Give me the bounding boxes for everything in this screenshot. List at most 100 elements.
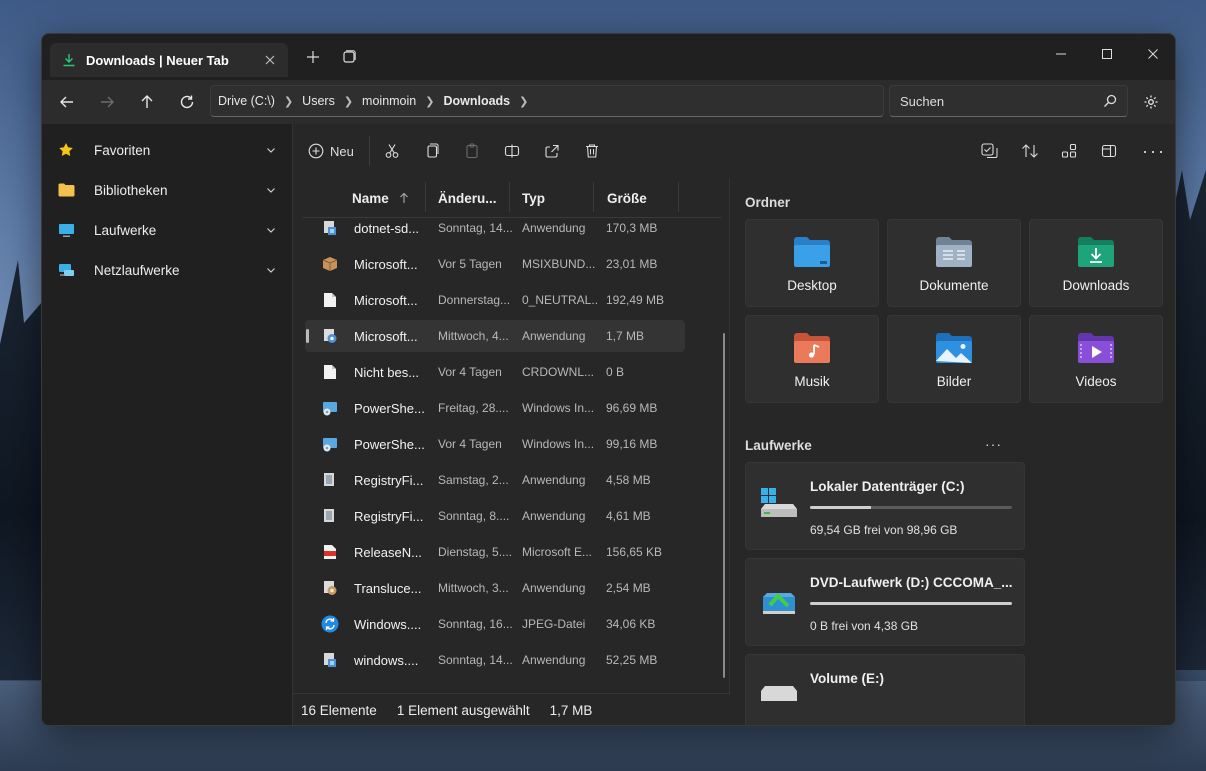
sidebar-item-laufwerke[interactable]: Laufwerke <box>52 214 282 246</box>
folder-label: Desktop <box>787 278 837 293</box>
file-name: Microsoft... <box>354 328 418 344</box>
back-arrow-icon[interactable] <box>55 90 79 114</box>
table-row[interactable]: Microsoft... Donnerstag... 0_NEUTRAL... … <box>305 284 685 316</box>
column-header-modified[interactable]: Änderu... <box>438 186 497 210</box>
chevron-down-icon[interactable] <box>266 225 276 235</box>
table-row[interactable]: Microsoft... Vor 5 Tagen MSIXBUND... 23,… <box>305 248 685 280</box>
tab-downloads[interactable]: Downloads | Neuer Tab <box>50 43 288 77</box>
file-name: RegistryFi... <box>354 472 424 488</box>
column-header-type[interactable]: Typ <box>522 186 545 210</box>
table-row[interactable]: PowerShe... Freitag, 28.... Windows In..… <box>305 392 685 424</box>
copy-icon[interactable] <box>424 140 440 162</box>
chevron-right-icon[interactable]: ❯ <box>344 95 353 108</box>
duplicate-tab-icon[interactable] <box>340 48 358 66</box>
drive-card-c[interactable]: Lokaler Datenträger (C:) 69,54 GB frei v… <box>745 462 1025 550</box>
setup-icon <box>321 327 339 345</box>
file-name: Windows.... <box>354 616 422 632</box>
folder-card-dokumente[interactable]: Dokumente <box>887 219 1021 307</box>
table-row[interactable]: Nicht bes... Vor 4 Tagen CRDOWNL... 0 B <box>305 356 685 388</box>
close-tab-icon[interactable] <box>264 54 276 66</box>
new-tab-icon[interactable] <box>304 48 322 66</box>
more-options-icon[interactable]: ··· <box>985 436 1002 452</box>
select-all-icon[interactable] <box>981 140 999 162</box>
table-row[interactable]: Windows.... Sonntag, 16... JPEG-Datei 34… <box>305 608 685 640</box>
command-bar: Neu ··· <box>293 124 1175 178</box>
file-type: Microsoft E... <box>522 545 593 559</box>
table-row[interactable]: windows.... Sonntag, 14... Anwendung 52,… <box>305 644 685 676</box>
chevron-down-icon[interactable] <box>266 265 276 275</box>
sidebar-item-favoriten[interactable]: Favoriten <box>52 134 282 166</box>
star-icon <box>58 142 78 158</box>
column-header-size[interactable]: Größe <box>607 186 647 210</box>
table-row[interactable]: ReleaseN... Dienstag, 5.... Microsoft E.… <box>305 536 685 568</box>
table-row-selected[interactable]: Microsoft... Mittwoch, 4... Anwendung 1,… <box>305 320 685 352</box>
sidebar-item-label: Bibliotheken <box>94 182 168 198</box>
table-row[interactable]: RegistryFi... Samstag, 2... Anwendung 4,… <box>305 464 685 496</box>
up-arrow-icon[interactable] <box>135 90 159 114</box>
file-date: Vor 4 Tagen <box>438 437 502 451</box>
group-view-icon[interactable] <box>1061 140 1077 162</box>
forward-arrow-icon[interactable] <box>95 90 119 114</box>
sort-icon[interactable] <box>1021 140 1039 162</box>
table-row[interactable]: dotnet-sd... Sonntag, 14... Anwendung 17… <box>305 218 685 244</box>
sidebar-item-label: Favoriten <box>94 142 151 158</box>
chevron-down-icon[interactable] <box>266 185 276 195</box>
chevron-right-icon[interactable]: ❯ <box>425 95 434 108</box>
column-separator[interactable] <box>678 182 679 212</box>
table-row[interactable]: RegistryFi... Sonntag, 8.... Anwendung 4… <box>305 500 685 532</box>
minimize-icon[interactable] <box>1038 40 1084 68</box>
column-header-name[interactable]: Name <box>352 186 409 210</box>
table-row[interactable]: Transluce... Mittwoch, 3... Anwendung 2,… <box>305 572 685 604</box>
drive-card-d[interactable]: DVD-Laufwerk (D:) CCCOMA_... 0 B frei vo… <box>745 558 1025 646</box>
chevron-right-icon[interactable]: ❯ <box>284 95 293 108</box>
download-icon <box>62 53 76 67</box>
table-row[interactable]: PowerShe... Vor 4 Tagen Windows In... 99… <box>305 428 685 460</box>
file-type: JPEG-Datei <box>522 617 586 631</box>
delete-icon[interactable] <box>584 140 600 162</box>
chevron-down-icon[interactable] <box>266 145 276 155</box>
rename-icon[interactable] <box>504 140 520 162</box>
maximize-icon[interactable] <box>1084 40 1130 68</box>
more-options-icon[interactable]: ··· <box>1142 140 1166 162</box>
gear-icon[interactable] <box>1139 90 1163 114</box>
cut-icon[interactable] <box>384 140 400 162</box>
column-separator[interactable] <box>425 182 426 212</box>
breadcrumb-users[interactable]: Users <box>302 94 335 108</box>
folder-card-downloads[interactable]: Downloads <box>1029 219 1163 307</box>
share-icon[interactable] <box>544 140 560 162</box>
column-separator[interactable] <box>509 182 510 212</box>
refresh-icon[interactable] <box>175 90 199 114</box>
column-separator[interactable] <box>593 182 594 212</box>
sidebar-item-bibliotheken[interactable]: Bibliotheken <box>52 174 282 206</box>
drive-card-e[interactable]: Volume (E:) <box>745 654 1025 725</box>
preview-pane-icon[interactable] <box>1101 140 1117 162</box>
chevron-right-icon[interactable]: ❯ <box>519 95 528 108</box>
file-date: Donnerstag... <box>438 293 511 307</box>
new-button[interactable]: Neu <box>308 140 354 162</box>
address-bar[interactable]: Drive (C:\) ❯ Users ❯ moinmoin ❯ Downloa… <box>210 85 884 117</box>
close-window-icon[interactable] <box>1130 40 1175 68</box>
search-input[interactable]: Suchen <box>889 85 1128 117</box>
search-icon[interactable] <box>1103 94 1117 108</box>
setup-icon <box>321 579 339 597</box>
paste-icon[interactable] <box>464 140 480 162</box>
folder-icon <box>58 182 78 198</box>
file-size: 23,01 MB <box>606 257 658 271</box>
file-date: Vor 5 Tagen <box>438 257 502 271</box>
folder-card-videos[interactable]: Videos <box>1029 315 1163 403</box>
folder-card-desktop[interactable]: Desktop <box>745 219 879 307</box>
file-size: 4,58 MB <box>606 473 651 487</box>
msi-icon <box>321 435 339 453</box>
file-name: windows.... <box>354 652 419 668</box>
breadcrumb-downloads[interactable]: Downloads <box>443 94 510 108</box>
breadcrumb-user[interactable]: moinmoin <box>362 94 416 108</box>
drive-usage-bar <box>810 506 1012 509</box>
folder-card-musik[interactable]: Musik <box>745 315 879 403</box>
pictures-folder-icon <box>936 333 972 363</box>
folders-section-title: Ordner <box>745 195 791 210</box>
file-list-scrollbar[interactable] <box>723 333 725 678</box>
folder-card-bilder[interactable]: Bilder <box>887 315 1021 403</box>
breadcrumb-drive[interactable]: Drive (C:\) <box>218 94 275 108</box>
sidebar-item-netzlaufwerke[interactable]: Netzlaufwerke <box>52 254 282 286</box>
music-folder-icon <box>794 333 830 363</box>
